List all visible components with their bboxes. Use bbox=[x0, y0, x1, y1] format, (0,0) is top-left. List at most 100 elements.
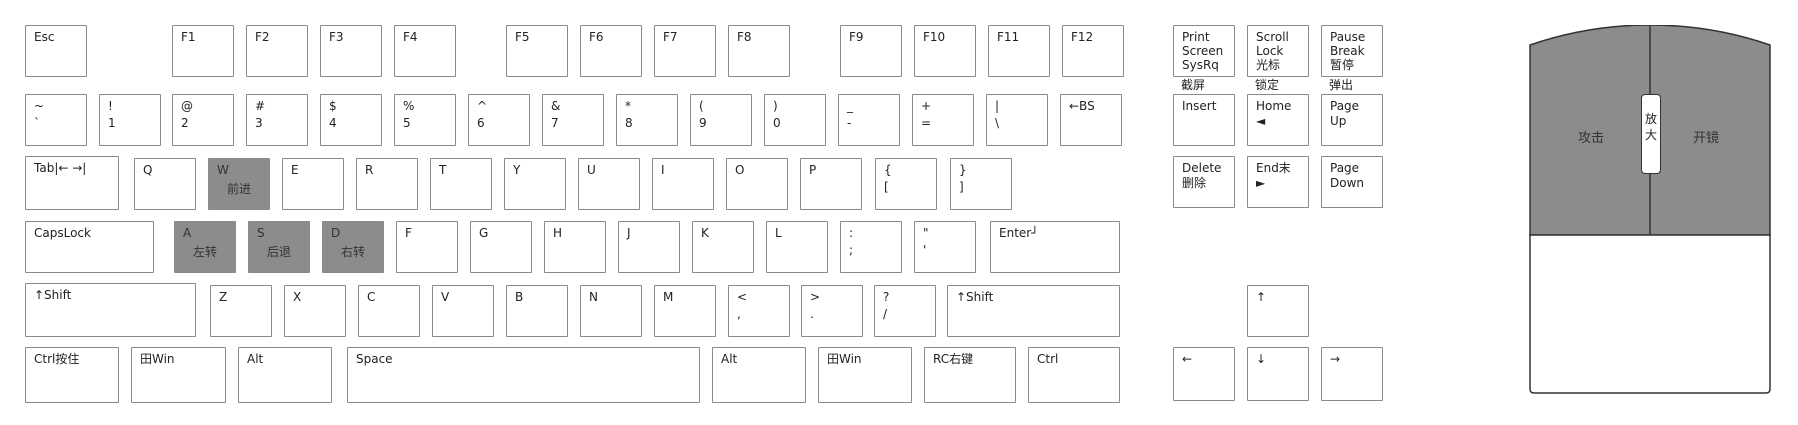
key-o[interactable]: O bbox=[726, 158, 788, 210]
key-x[interactable]: X bbox=[284, 285, 346, 337]
key-9[interactable]: (9 bbox=[690, 94, 752, 146]
key-arrow-up[interactable]: ↑ bbox=[1247, 285, 1309, 337]
key-k[interactable]: K bbox=[692, 221, 754, 273]
key-pause[interactable]: Pause Break 暂停 bbox=[1321, 25, 1383, 77]
key-m[interactable]: M bbox=[654, 285, 716, 337]
key-u[interactable]: U bbox=[578, 158, 640, 210]
key-left-win[interactable]: 田Win bbox=[131, 347, 226, 403]
key-6[interactable]: ^ 6 bbox=[468, 94, 530, 146]
key-h[interactable]: H bbox=[544, 221, 606, 273]
key-f7[interactable]: F7 bbox=[654, 25, 716, 77]
key-t[interactable]: T bbox=[430, 158, 492, 210]
key-backspace[interactable]: ←BS bbox=[1060, 94, 1122, 146]
key-f3[interactable]: F3 bbox=[320, 25, 382, 77]
key-v[interactable]: V bbox=[432, 285, 494, 337]
key-s-backward[interactable]: S 后退 bbox=[248, 221, 310, 273]
key-arrow-right[interactable]: → bbox=[1321, 347, 1383, 401]
key-label: Y bbox=[513, 163, 521, 177]
key-right-ctrl[interactable]: Ctrl bbox=[1028, 347, 1120, 403]
key-end[interactable]: End末 ► bbox=[1247, 156, 1309, 208]
key-g[interactable]: G bbox=[470, 221, 532, 273]
key-3[interactable]: #3 bbox=[246, 94, 308, 146]
key-quote[interactable]: " ' bbox=[914, 221, 976, 273]
key-n[interactable]: N bbox=[580, 285, 642, 337]
key-enter[interactable]: Enter┘ bbox=[990, 221, 1120, 273]
key-8[interactable]: * 8 bbox=[616, 94, 678, 146]
key-delete[interactable]: Delete 删除 bbox=[1173, 156, 1235, 208]
key-f2[interactable]: F2 bbox=[246, 25, 308, 77]
key-f6[interactable]: F6 bbox=[580, 25, 642, 77]
key-f8[interactable]: F8 bbox=[728, 25, 790, 77]
key-y[interactable]: Y bbox=[504, 158, 566, 210]
key-p[interactable]: P bbox=[800, 158, 862, 210]
key-left-bracket[interactable]: {[ bbox=[875, 158, 937, 210]
key-comma[interactable]: <, bbox=[728, 285, 790, 337]
key-2[interactable]: @2 bbox=[172, 94, 234, 146]
key-f11[interactable]: F11 bbox=[988, 25, 1050, 77]
key-f12[interactable]: F12 bbox=[1062, 25, 1124, 77]
key-i[interactable]: I bbox=[652, 158, 714, 210]
key-f4[interactable]: F4 bbox=[394, 25, 456, 77]
key-left-alt[interactable]: Alt bbox=[238, 347, 332, 403]
key-right-shift[interactable]: ↑Shift bbox=[947, 285, 1120, 337]
key-label: F9 bbox=[849, 30, 864, 44]
key-slash[interactable]: ? / bbox=[874, 285, 936, 337]
key-label-top: " bbox=[923, 226, 929, 240]
key-a-turn-left[interactable]: A 左转 bbox=[174, 221, 236, 273]
key-label-bottom: ] bbox=[959, 180, 964, 194]
key-c[interactable]: C bbox=[358, 285, 420, 337]
key-label-bottom: . bbox=[810, 307, 814, 321]
key-home[interactable]: Home ◄ bbox=[1247, 94, 1309, 146]
key-f1[interactable]: F1 bbox=[172, 25, 234, 77]
key-space[interactable]: Space bbox=[347, 347, 700, 403]
key-label-top: < bbox=[737, 290, 748, 304]
key-l[interactable]: L bbox=[766, 221, 828, 273]
mouse-scroll-wheel[interactable]: 放 大 bbox=[1641, 94, 1661, 174]
key-z[interactable]: Z bbox=[210, 285, 272, 337]
key-label: F7 bbox=[663, 30, 678, 44]
key-b[interactable]: B bbox=[506, 285, 568, 337]
key-arrow-left[interactable]: ← bbox=[1173, 347, 1235, 401]
key-r[interactable]: R bbox=[356, 158, 418, 210]
key-label: I bbox=[661, 163, 665, 177]
key-capslock[interactable]: CapsLock bbox=[25, 221, 154, 273]
key-f5[interactable]: F5 bbox=[506, 25, 568, 77]
key-backslash[interactable]: | \ bbox=[986, 94, 1048, 146]
key-esc[interactable]: Esc bbox=[25, 25, 87, 77]
key-f9[interactable]: F9 bbox=[840, 25, 902, 77]
key-label: R bbox=[365, 163, 374, 177]
key-0[interactable]: ) 0 bbox=[764, 94, 826, 146]
key-period[interactable]: >. bbox=[801, 285, 863, 337]
key-f10[interactable]: F10 bbox=[914, 25, 976, 77]
key-rc-right-click[interactable]: RC右键 bbox=[924, 347, 1016, 403]
key-page-up[interactable]: Page Up bbox=[1321, 94, 1383, 146]
key-e[interactable]: E bbox=[282, 158, 344, 210]
key-j[interactable]: J bbox=[618, 221, 680, 273]
key-page-down[interactable]: Page Down bbox=[1321, 156, 1383, 208]
key-semicolon[interactable]: :; bbox=[840, 221, 902, 273]
key-print-screen[interactable]: Print Screen SysRq bbox=[1173, 25, 1235, 77]
key-backtick[interactable]: ~ ` bbox=[25, 94, 87, 146]
key-tab[interactable]: Tab|← →| bbox=[25, 156, 119, 210]
key-1[interactable]: ! 1 bbox=[99, 94, 161, 146]
key-insert[interactable]: Insert bbox=[1173, 94, 1235, 146]
key-minus[interactable]: _ - bbox=[838, 94, 900, 146]
key-w-forward[interactable]: W 前进 bbox=[208, 158, 270, 210]
key-scroll-lock[interactable]: Scroll Lock 光标 bbox=[1247, 25, 1309, 77]
key-right-win[interactable]: 田Win bbox=[818, 347, 912, 403]
key-label-top: ( bbox=[699, 99, 704, 113]
key-arrow-down[interactable]: ↓ bbox=[1247, 347, 1309, 401]
key-d-turn-right[interactable]: D 右转 bbox=[322, 221, 384, 273]
key-left-ctrl[interactable]: Ctrl按住 bbox=[25, 347, 119, 403]
key-7[interactable]: & 7 bbox=[542, 94, 604, 146]
key-equals[interactable]: + = bbox=[912, 94, 974, 146]
key-f[interactable]: F bbox=[396, 221, 458, 273]
key-right-alt[interactable]: Alt bbox=[712, 347, 806, 403]
key-left-shift[interactable]: ↑Shift bbox=[25, 283, 196, 337]
key-right-bracket[interactable]: }] bbox=[950, 158, 1012, 210]
key-4[interactable]: $4 bbox=[320, 94, 382, 146]
key-label: K bbox=[701, 226, 709, 240]
key-5[interactable]: % 5 bbox=[394, 94, 456, 146]
key-label: F2 bbox=[255, 30, 270, 44]
key-q[interactable]: Q bbox=[134, 158, 196, 210]
